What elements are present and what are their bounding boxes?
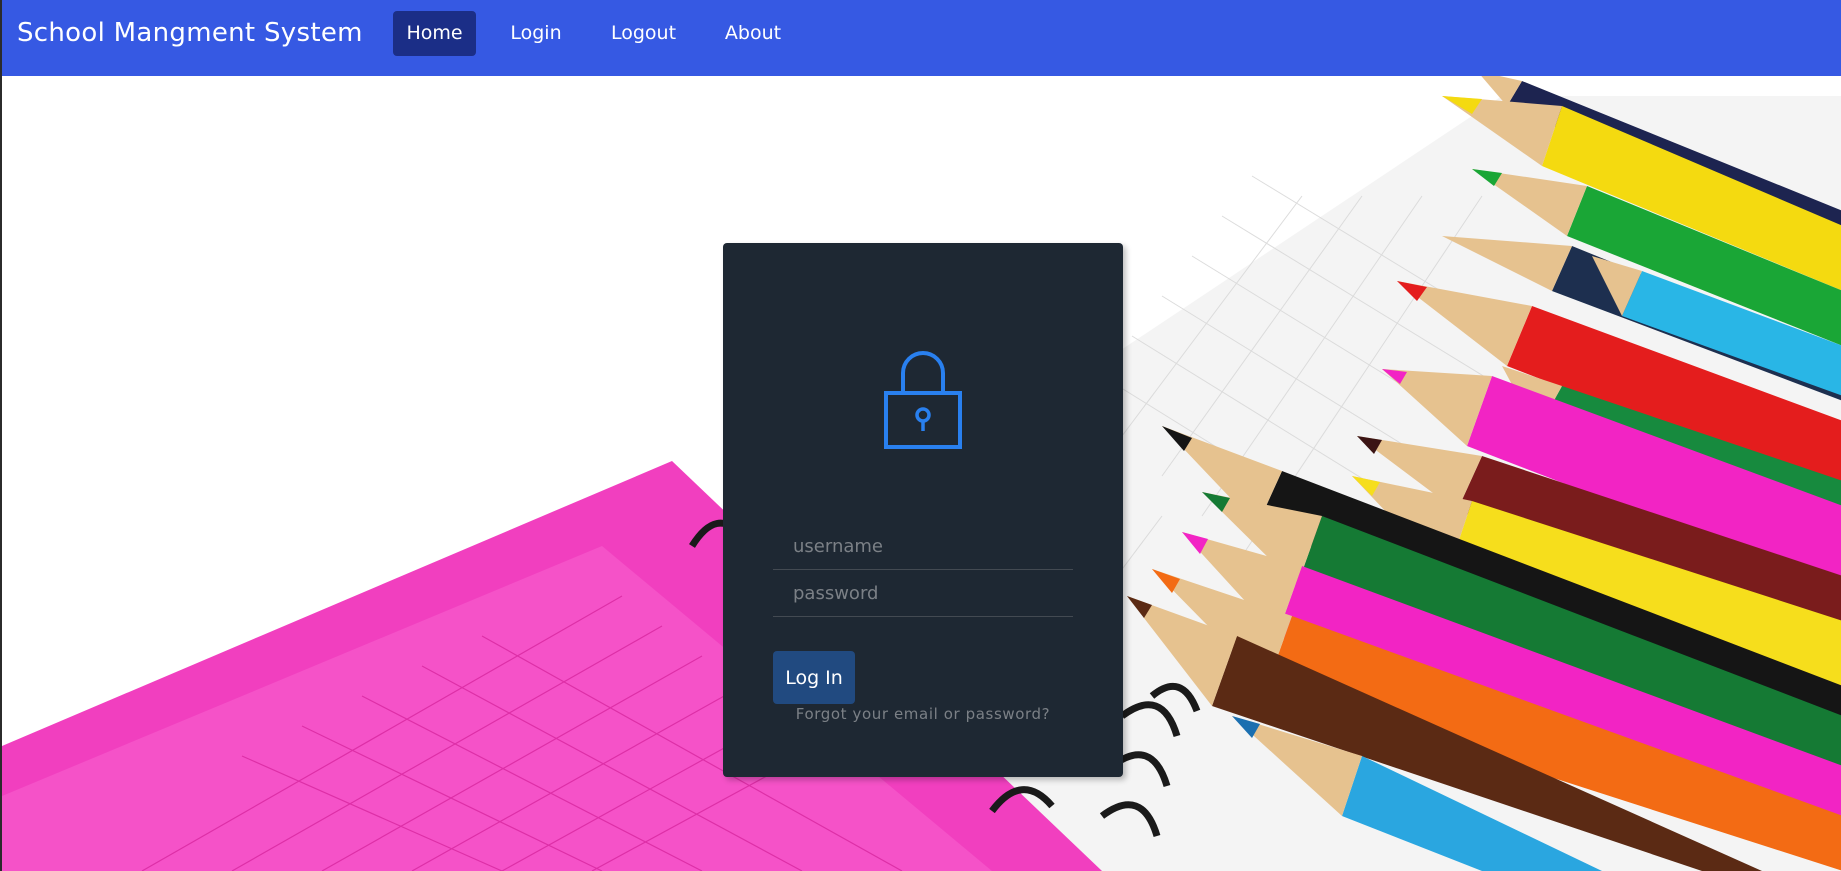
login-button[interactable]: Log In: [773, 651, 855, 704]
forgot-password-link[interactable]: Forgot your email or password?: [723, 705, 1123, 723]
brand-title[interactable]: School Mangment System: [17, 15, 363, 51]
nav-logout[interactable]: Logout: [595, 11, 692, 56]
top-navbar: School Mangment System Home Login Logout…: [0, 0, 1841, 76]
username-input[interactable]: [773, 524, 1073, 570]
nav-login[interactable]: Login: [496, 11, 576, 56]
nav-about[interactable]: About: [711, 11, 795, 56]
password-input[interactable]: [773, 571, 1073, 617]
lock-icon: [880, 345, 966, 451]
login-form-card: Log In Forgot your email or password?: [723, 243, 1123, 777]
nav-home[interactable]: Home: [393, 11, 476, 56]
